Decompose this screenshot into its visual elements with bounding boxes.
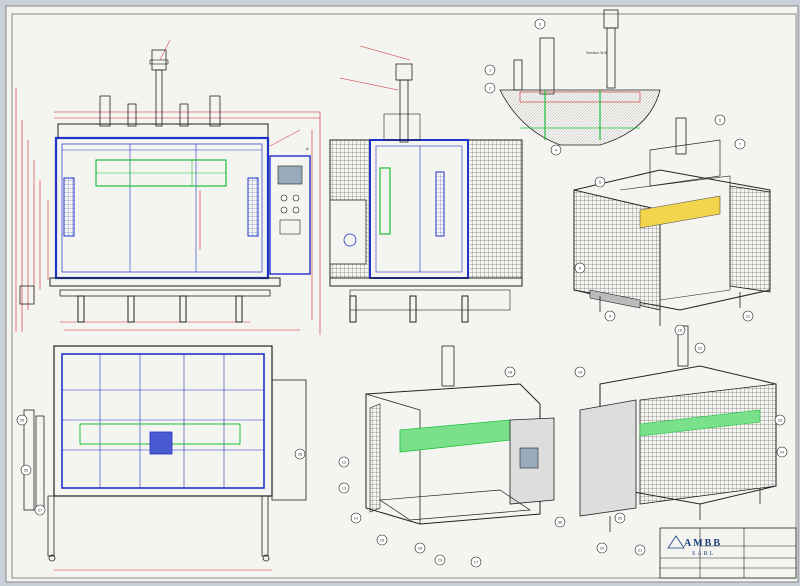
callout-bubble: 26 [20,464,32,476]
callout-bubble: 28 [294,448,306,460]
callout-bubble: 24 [776,446,788,458]
title-block: AMBB SARL [659,527,797,579]
callout-bubble: 12 [338,456,350,468]
callout-bubble: 9 [604,310,616,322]
callout-number: 30 [558,520,563,525]
callout-bubble: 15 [376,534,388,546]
callout-bubble: 18 [504,366,516,378]
callout-number: 29 [438,558,443,563]
company-logo: AMBB [684,538,722,549]
callout-number: 17 [474,560,479,565]
callout-number: 18 [508,370,513,375]
callout-number: 10 [678,328,683,333]
callout-number: 31 [618,516,623,521]
callout-number: 21 [638,548,643,553]
callout-bubble: 23 [774,414,786,426]
callout-bubble: 21 [634,544,646,556]
callout-number: 28 [298,452,303,457]
callout-number: 13 [342,486,347,491]
callout-bubble: 22 [694,342,706,354]
section-label: Section B-B [586,50,607,55]
callout-bubble: 14 [350,512,362,524]
callout-bubble: 31 [614,512,626,524]
callout-number: 19 [578,370,583,375]
callout-number: 22 [698,346,703,351]
callout-bubble: 7 [734,138,746,150]
callout-number: 25 [20,418,25,423]
callout-bubble: 29 [434,554,446,566]
callout-number: 26 [24,468,29,473]
callout-bubble: 27 [34,504,46,516]
callout-bubble: 25 [16,414,28,426]
callout-number: 12 [342,460,347,465]
callout-bubble: 4 [550,144,562,156]
callout-number: 14 [354,516,359,521]
callout-bubble: 10 [674,324,686,336]
callout-number: 27 [38,508,43,513]
callout-number: 23 [778,418,783,423]
callout-number: 24 [780,450,785,455]
callout-bubble: 20 [596,542,608,554]
callout-bubble: 3 [534,18,546,30]
callout-bubble: 17 [470,556,482,568]
company-logo-sub: SARL [692,551,715,557]
callout-bubble: 8 [574,262,586,274]
callout-bubble: 11 [742,310,754,322]
drawing-sheet: Section B-B A 12345678910111213141516171… [5,5,799,583]
callout-bubble: 30 [554,516,566,528]
callout-bubble: 13 [338,482,350,494]
callout-bubble: 6 [714,114,726,126]
callout-bubble: 16 [414,542,426,554]
callout-bubble: 1 [484,64,496,76]
callout-number: 16 [418,546,423,551]
callout-bubble: 2 [484,82,496,94]
dimension-mark: A [306,146,309,151]
callout-bubble: 19 [574,366,586,378]
callout-number: 20 [600,546,605,551]
callout-bubble: 5 [594,176,606,188]
callout-number: 15 [380,538,385,543]
